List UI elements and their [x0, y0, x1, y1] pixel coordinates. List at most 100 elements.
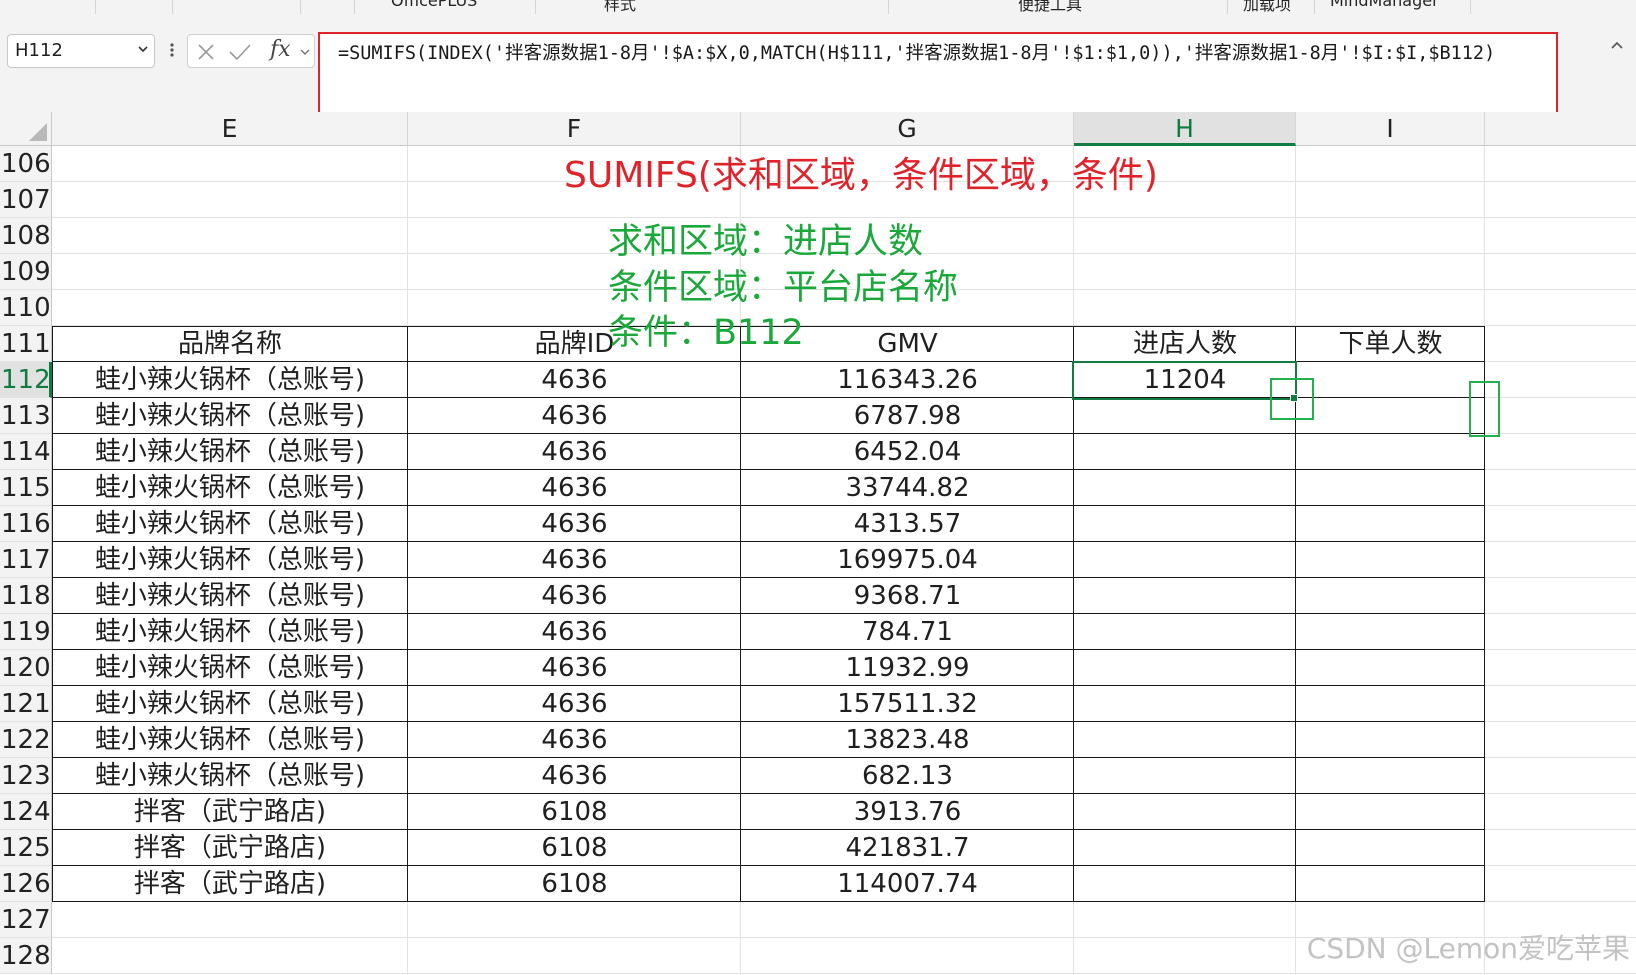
table-cell[interactable]: [1074, 722, 1296, 758]
row-header-124[interactable]: 124: [0, 794, 52, 830]
table-cell[interactable]: 蛙小辣火锅杯（总账号): [52, 686, 408, 722]
select-all-corner[interactable]: [0, 112, 52, 146]
table-cell[interactable]: 4636: [408, 470, 741, 506]
ribbon-item-styles[interactable]: 样式: [604, 0, 636, 14]
row-header-123[interactable]: 123: [0, 758, 52, 794]
table-cell[interactable]: 11932.99: [741, 650, 1074, 686]
table-cell[interactable]: [1074, 866, 1296, 902]
row-header-128[interactable]: 128: [0, 938, 52, 974]
row-header-117[interactable]: 117: [0, 542, 52, 578]
table-cell[interactable]: [1074, 794, 1296, 830]
table-cell[interactable]: 拌客（武宁路店): [52, 794, 408, 830]
table-cell[interactable]: 4636: [408, 722, 741, 758]
formula-input[interactable]: =SUMIFS(INDEX('拌客源数据1-8月'!$A:$X,0,MATCH(…: [318, 32, 1558, 116]
row-header-120[interactable]: 120: [0, 650, 52, 686]
table-cell[interactable]: 33744.82: [741, 470, 1074, 506]
cancel-icon[interactable]: [196, 42, 216, 62]
table-cell[interactable]: [1074, 470, 1296, 506]
table-cell[interactable]: 9368.71: [741, 578, 1074, 614]
row-header-107[interactable]: 107: [0, 182, 52, 218]
ribbon-item-mindmanager[interactable]: MindManager: [1330, 0, 1439, 10]
table-cell[interactable]: 蛙小辣火锅杯（总账号): [52, 542, 408, 578]
row-header-122[interactable]: 122: [0, 722, 52, 758]
chevron-down-icon[interactable]: [138, 44, 148, 54]
table-cell[interactable]: [1296, 650, 1485, 686]
table-cell[interactable]: 6452.04: [741, 434, 1074, 470]
column-header-h[interactable]: H: [1074, 112, 1296, 146]
table-cell[interactable]: 蛙小辣火锅杯（总账号): [52, 650, 408, 686]
table-cell[interactable]: 4636: [408, 362, 741, 398]
row-header-121[interactable]: 121: [0, 686, 52, 722]
table-cell[interactable]: 蛙小辣火锅杯（总账号): [52, 362, 408, 398]
check-icon[interactable]: [228, 42, 252, 62]
table-cell[interactable]: 6108: [408, 866, 741, 902]
table-cell[interactable]: 蛙小辣火锅杯（总账号): [52, 398, 408, 434]
table-cell[interactable]: 拌客（武宁路店): [52, 830, 408, 866]
row-header-106[interactable]: 106: [0, 146, 52, 182]
table-cell[interactable]: [1296, 362, 1485, 398]
row-header-125[interactable]: 125: [0, 830, 52, 866]
table-cell[interactable]: [1296, 542, 1485, 578]
table-cell[interactable]: [1074, 434, 1296, 470]
column-header-i[interactable]: I: [1296, 112, 1485, 146]
table-cell[interactable]: [1296, 686, 1485, 722]
ribbon-item-officeplus[interactable]: OfficePLUS: [391, 0, 477, 10]
expand-formula-bar-icon[interactable]: [1598, 34, 1636, 68]
table-header-cell[interactable]: 进店人数: [1074, 326, 1296, 362]
row-header-111[interactable]: 111: [0, 326, 52, 362]
row-header-109[interactable]: 109: [0, 254, 52, 290]
table-cell[interactable]: [1074, 758, 1296, 794]
table-cell[interactable]: 蛙小辣火锅杯（总账号): [52, 722, 408, 758]
row-header-116[interactable]: 116: [0, 506, 52, 542]
table-cell[interactable]: 4636: [408, 434, 741, 470]
table-cell[interactable]: [1074, 686, 1296, 722]
table-cell[interactable]: 蛙小辣火锅杯（总账号): [52, 506, 408, 542]
insert-function-icon[interactable]: fx: [270, 37, 291, 62]
table-cell[interactable]: [1074, 506, 1296, 542]
row-header-118[interactable]: 118: [0, 578, 52, 614]
row-header-112[interactable]: 112: [0, 362, 52, 398]
row-header-110[interactable]: 110: [0, 290, 52, 326]
table-cell[interactable]: 6108: [408, 794, 741, 830]
table-cell[interactable]: [1296, 866, 1485, 902]
active-cell-selection[interactable]: [1072, 361, 1297, 400]
table-cell[interactable]: [1074, 614, 1296, 650]
table-cell[interactable]: 4636: [408, 686, 741, 722]
row-header-113[interactable]: 113: [0, 398, 52, 434]
chevron-down-icon[interactable]: [300, 47, 310, 57]
table-cell[interactable]: 13823.48: [741, 722, 1074, 758]
table-cell[interactable]: [1074, 650, 1296, 686]
table-cell[interactable]: 157511.32: [741, 686, 1074, 722]
table-cell[interactable]: 拌客（武宁路店): [52, 866, 408, 902]
column-header-g[interactable]: G: [741, 112, 1074, 146]
table-cell[interactable]: [1296, 506, 1485, 542]
column-header-j[interactable]: [1485, 112, 1636, 146]
table-cell[interactable]: 116343.26: [741, 362, 1074, 398]
table-cell[interactable]: 169975.04: [741, 542, 1074, 578]
table-cell[interactable]: 蛙小辣火锅杯（总账号): [52, 614, 408, 650]
table-cell[interactable]: [1296, 614, 1485, 650]
table-cell[interactable]: 6108: [408, 830, 741, 866]
table-cell[interactable]: [1296, 470, 1485, 506]
table-cell[interactable]: [1296, 830, 1485, 866]
row-header-127[interactable]: 127: [0, 902, 52, 938]
ribbon-item-addins[interactable]: 加载项: [1243, 0, 1291, 14]
row-header-114[interactable]: 114: [0, 434, 52, 470]
ribbon-item-quick-tools[interactable]: 便捷工具: [1018, 0, 1082, 14]
table-cell[interactable]: 4636: [408, 650, 741, 686]
table-cell[interactable]: 6787.98: [741, 398, 1074, 434]
table-cell[interactable]: [1074, 830, 1296, 866]
row-header-126[interactable]: 126: [0, 866, 52, 902]
column-header-f[interactable]: F: [408, 112, 741, 146]
table-cell[interactable]: 421831.7: [741, 830, 1074, 866]
table-cell[interactable]: [1296, 758, 1485, 794]
row-header-119[interactable]: 119: [0, 614, 52, 650]
table-cell[interactable]: 682.13: [741, 758, 1074, 794]
table-cell[interactable]: 蛙小辣火锅杯（总账号): [52, 578, 408, 614]
table-cell[interactable]: [1074, 578, 1296, 614]
name-box[interactable]: H112: [7, 34, 155, 68]
table-cell[interactable]: [1296, 434, 1485, 470]
table-cell[interactable]: 4636: [408, 398, 741, 434]
table-cell[interactable]: 4636: [408, 758, 741, 794]
table-cell[interactable]: 4636: [408, 614, 741, 650]
